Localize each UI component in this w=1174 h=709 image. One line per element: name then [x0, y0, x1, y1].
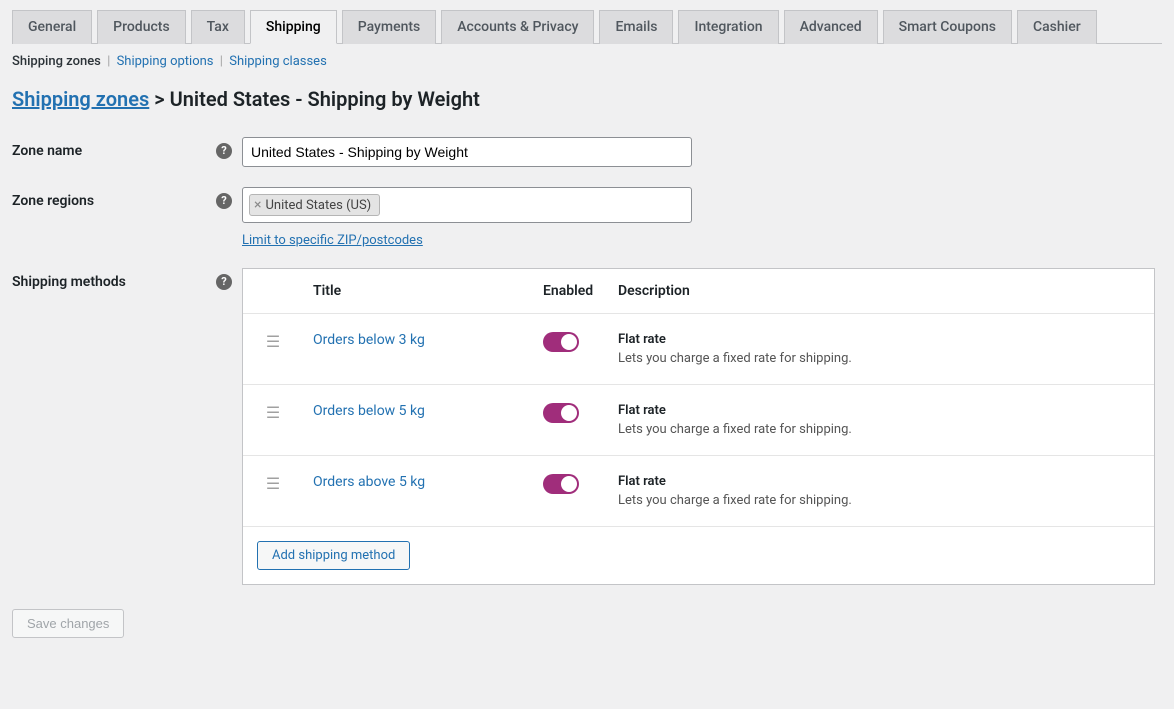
table-header: Title Enabled Description [243, 269, 1154, 313]
method-desc-body: Lets you charge a fixed rate for shippin… [618, 422, 1144, 437]
tab-smart-coupons[interactable]: Smart Coupons [883, 10, 1012, 44]
method-title-link[interactable]: Orders below 5 kg [313, 403, 425, 419]
enabled-toggle[interactable] [543, 474, 579, 494]
help-icon[interactable]: ? [216, 274, 232, 290]
breadcrumb-root-link[interactable]: Shipping zones [12, 87, 149, 111]
add-shipping-method-button[interactable]: Add shipping method [257, 541, 410, 570]
zone-regions-label: Zone regions [12, 193, 94, 209]
tab-products[interactable]: Products [97, 10, 186, 44]
tab-cashier[interactable]: Cashier [1017, 10, 1097, 44]
drag-handle-icon[interactable]: ☰ [243, 403, 303, 422]
help-icon[interactable]: ? [216, 143, 232, 159]
limit-zip-link[interactable]: Limit to specific ZIP/postcodes [242, 233, 423, 248]
tab-integration[interactable]: Integration [678, 10, 778, 44]
shipping-methods-label: Shipping methods [12, 274, 126, 290]
tab-advanced[interactable]: Advanced [784, 10, 878, 44]
save-changes-button[interactable]: Save changes [12, 609, 124, 638]
settings-tabs: GeneralProductsTaxShippingPaymentsAccoun… [12, 0, 1162, 44]
shipping-methods-table: Title Enabled Description ☰ Orders below … [242, 268, 1155, 585]
tab-shipping[interactable]: Shipping [250, 10, 337, 44]
subnav-link-options[interactable]: Shipping options [117, 54, 214, 69]
table-row: ☰ Orders above 5 kg Flat rate Lets you char… [243, 455, 1154, 526]
sep: | [220, 54, 223, 69]
method-desc-head: Flat rate [618, 474, 1144, 489]
tab-tax[interactable]: Tax [191, 10, 245, 44]
region-chip: × United States (US) [249, 194, 380, 216]
method-title-link[interactable]: Orders above 5 kg [313, 474, 425, 490]
region-chip-label: United States (US) [265, 198, 371, 213]
breadcrumb-current: United States - Shipping by Weight [170, 87, 480, 111]
method-desc-body: Lets you charge a fixed rate for shippin… [618, 493, 1144, 508]
close-icon[interactable]: × [254, 197, 261, 213]
method-title-link[interactable]: Orders below 3 kg [313, 332, 425, 348]
subnav-link-classes[interactable]: Shipping classes [229, 54, 327, 69]
method-desc-head: Flat rate [618, 332, 1144, 347]
col-title: Title [303, 283, 533, 299]
zone-regions-select[interactable]: × United States (US) [242, 187, 692, 223]
enabled-toggle[interactable] [543, 332, 579, 352]
subnav-current: Shipping zones [12, 54, 101, 69]
table-row: ☰ Orders below 3 kg Flat rate Lets you char… [243, 313, 1154, 384]
tab-payments[interactable]: Payments [342, 10, 437, 44]
col-description: Description [608, 283, 1154, 299]
tab-general[interactable]: General [12, 10, 92, 44]
enabled-toggle[interactable] [543, 403, 579, 423]
help-icon[interactable]: ? [216, 193, 232, 209]
method-desc-head: Flat rate [618, 403, 1144, 418]
zone-name-input[interactable] [242, 137, 692, 167]
shipping-subnav: Shipping zones | Shipping options | Ship… [12, 44, 1162, 79]
drag-handle-icon[interactable]: ☰ [243, 332, 303, 351]
col-enabled: Enabled [533, 283, 608, 299]
table-row: ☰ Orders below 5 kg Flat rate Lets you char… [243, 384, 1154, 455]
drag-handle-icon[interactable]: ☰ [243, 474, 303, 493]
zone-name-label: Zone name [12, 143, 82, 159]
tab-accounts-privacy[interactable]: Accounts & Privacy [441, 10, 594, 44]
breadcrumb-sep: > [154, 87, 164, 111]
tab-emails[interactable]: Emails [599, 10, 673, 44]
breadcrumb: Shipping zones > United States - Shippin… [12, 79, 1162, 127]
sep: | [107, 54, 110, 69]
method-desc-body: Lets you charge a fixed rate for shippin… [618, 351, 1144, 366]
